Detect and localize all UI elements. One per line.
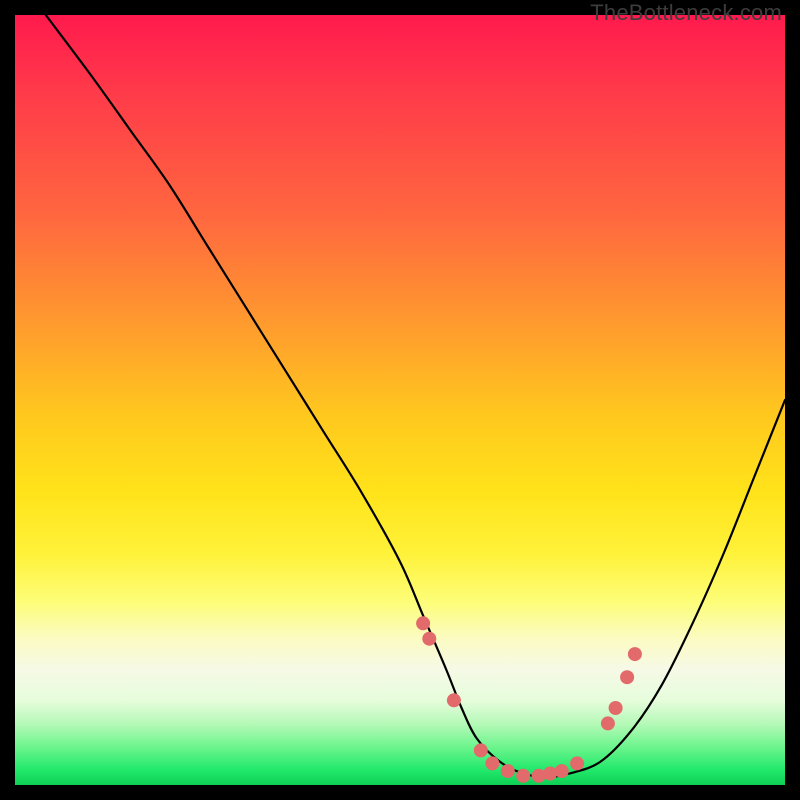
watermark-text: TheBottleneck.com xyxy=(590,0,782,26)
highlight-marker-group xyxy=(416,616,642,783)
highlight-marker xyxy=(555,764,569,778)
highlight-marker xyxy=(447,693,461,707)
highlight-marker xyxy=(416,616,430,630)
highlight-marker xyxy=(620,670,634,684)
bottleneck-curve-line xyxy=(46,15,785,777)
highlight-marker xyxy=(501,764,515,778)
highlight-marker xyxy=(422,632,436,646)
highlight-marker xyxy=(609,701,623,715)
highlight-marker xyxy=(570,756,584,770)
highlight-marker xyxy=(543,767,557,781)
highlight-marker xyxy=(601,716,615,730)
highlight-marker xyxy=(485,756,499,770)
bottleneck-chart-svg xyxy=(15,15,785,785)
highlight-marker xyxy=(628,647,642,661)
chart-frame: TheBottleneck.com xyxy=(0,0,800,800)
highlight-marker xyxy=(516,769,530,783)
highlight-marker xyxy=(474,743,488,757)
